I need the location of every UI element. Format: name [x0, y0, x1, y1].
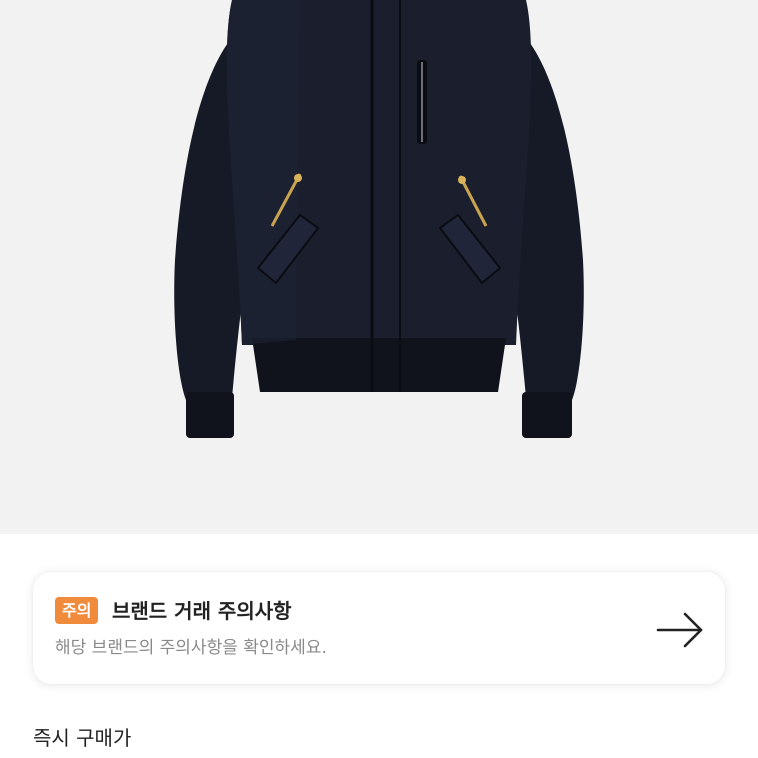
- product-image[interactable]: [0, 0, 758, 534]
- caution-badge: 주의: [55, 597, 99, 624]
- notice-description: 해당 브랜드의 주의사항을 확인하세요.: [55, 638, 327, 658]
- notice-title: 브랜드 거래 주의사항: [112, 599, 292, 623]
- brand-notice-card[interactable]: 주의 브랜드 거래 주의사항 해당 브랜드의 주의사항을 확인하세요.: [33, 572, 725, 684]
- instant-buy-price-title: 즉시 구매가: [33, 726, 132, 750]
- jacket-image: [0, 0, 758, 534]
- arrow-right-icon[interactable]: [655, 610, 705, 650]
